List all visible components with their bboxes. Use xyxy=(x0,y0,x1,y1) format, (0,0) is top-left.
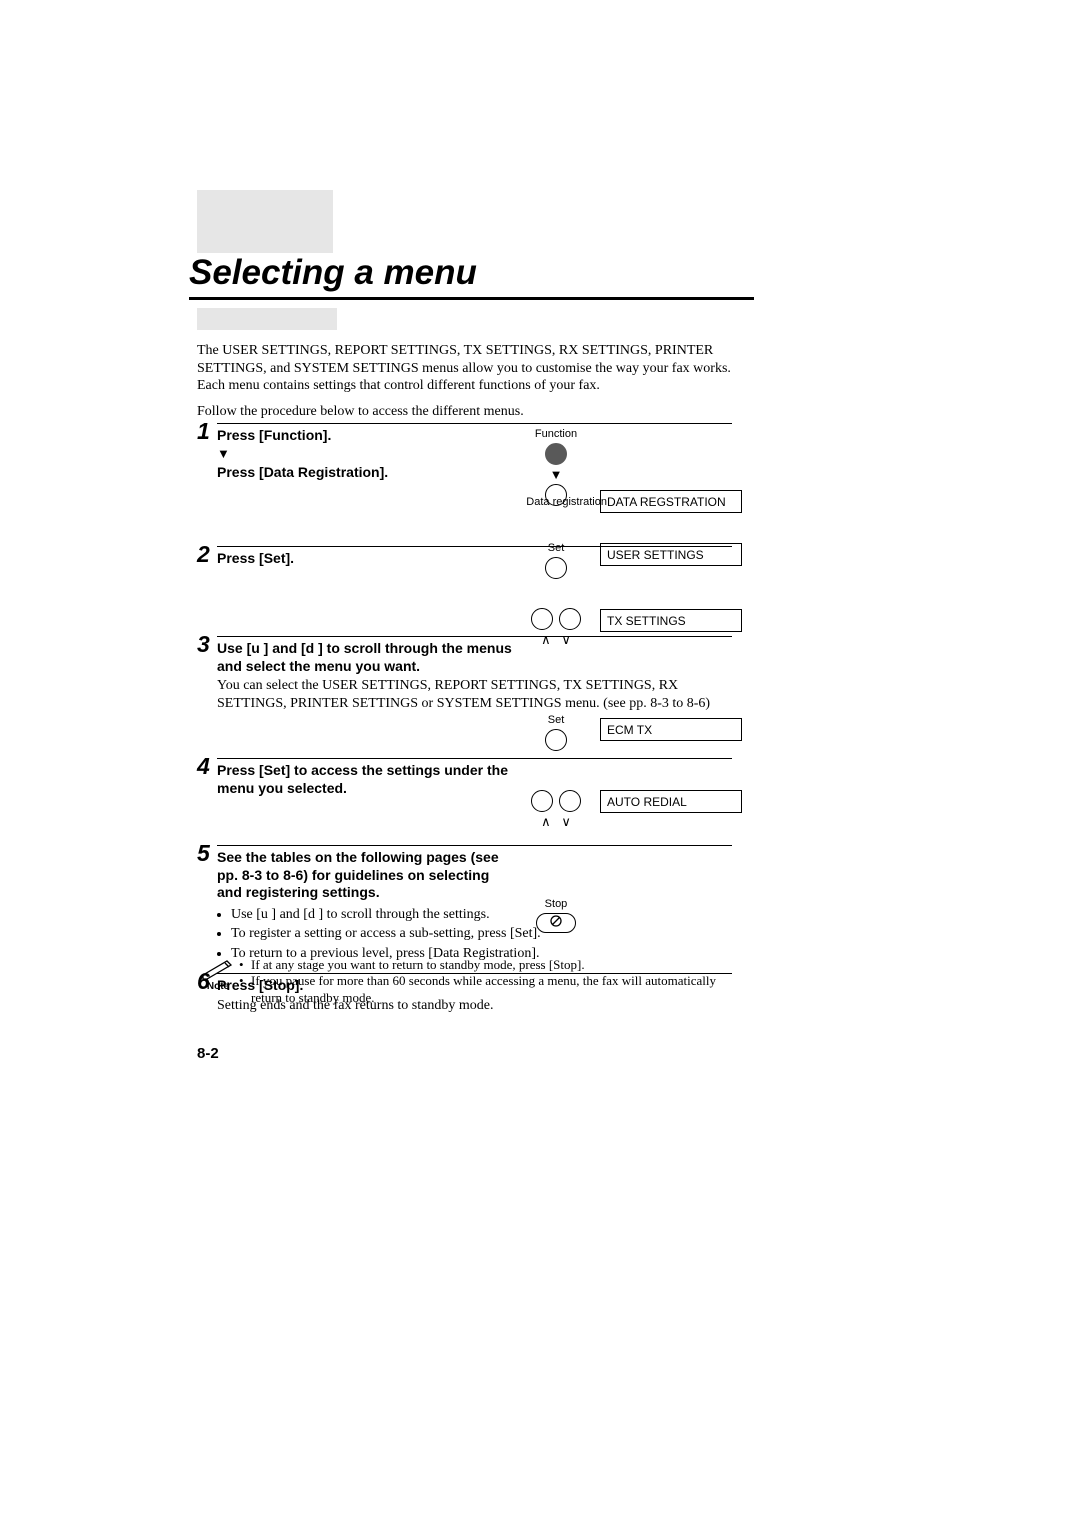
stop-button-diagram: Stop xyxy=(526,898,586,933)
step-rule xyxy=(217,758,732,759)
step-body: See the tables on the following pages (s… xyxy=(217,842,732,964)
step-rule xyxy=(217,423,732,424)
set-button-diagram: Set xyxy=(526,542,586,579)
stop-button-label: Stop xyxy=(526,898,586,910)
step-title: Press [Set] to access the settings under… xyxy=(217,762,517,797)
scroll-down-button-icon xyxy=(559,790,581,812)
step-title: See the tables on the following pages (s… xyxy=(217,849,517,902)
down-arrow-icon: ▼ xyxy=(526,468,586,481)
pencil-note-icon xyxy=(201,957,235,981)
note-item: •If you pause for more than 60 seconds w… xyxy=(239,973,737,1006)
display-box: USER SETTINGS xyxy=(600,543,742,566)
page-title: Selecting a menu xyxy=(189,253,777,293)
intro-paragraph-1: The USER SETTINGS, REPORT SETTINGS, TX S… xyxy=(197,342,742,395)
note-block: Note •If at any stage you want to return… xyxy=(197,957,737,1006)
display-box: TX SETTINGS xyxy=(600,609,742,632)
intro-paragraph-2: Follow the procedure below to access the… xyxy=(197,403,742,421)
step-number: 2 xyxy=(197,543,217,566)
scroll-arrows-icon: ∧ ∨ xyxy=(518,815,594,828)
intro-text: The USER SETTINGS, REPORT SETTINGS, TX S… xyxy=(197,342,742,428)
step-title-2: Press [Data Registration]. xyxy=(217,464,517,482)
step-title: Press [Set]. xyxy=(217,550,517,568)
set-button-diagram-2: Set xyxy=(526,714,586,751)
set-button-label: Set xyxy=(526,714,586,726)
scroll-up-button-icon xyxy=(531,608,553,630)
step-body: Use [u ] and [d ] to scroll through the … xyxy=(217,633,732,712)
display-box: DATA REGSTRATION xyxy=(600,490,742,513)
step-number: 3 xyxy=(197,633,217,656)
stop-symbol-icon xyxy=(549,915,563,927)
display-box: ECM TX xyxy=(600,718,742,741)
function-button-label: Function xyxy=(526,428,586,440)
note-item-text: If you pause for more than 60 seconds wh… xyxy=(251,973,737,1006)
step-title: Press [Function]. xyxy=(217,427,517,445)
step-5: 5 See the tables on the following pages … xyxy=(197,842,732,952)
scroll-buttons-diagram: ∧ ∨ xyxy=(518,608,594,646)
scroll-buttons-diagram-2: ∧ ∨ xyxy=(518,790,594,828)
step-text: You can select the USER SETTINGS, REPORT… xyxy=(217,677,732,712)
scroll-up-button-icon xyxy=(531,790,553,812)
note-items: •If at any stage you want to return to s… xyxy=(239,957,737,1006)
note-label: Note xyxy=(197,981,239,992)
note-item-text: If at any stage you want to return to st… xyxy=(251,957,585,973)
step-body: Press [Function]. ▼ Press [Data Registra… xyxy=(217,420,732,483)
data-registration-label-group: Data registration xyxy=(502,490,607,511)
step-title: Use [u ] and [d ] to scroll through the … xyxy=(217,640,517,675)
step-rule xyxy=(217,636,732,637)
step-bullet: To register a setting or access a sub-se… xyxy=(231,925,732,943)
display-box: AUTO REDIAL xyxy=(600,790,742,813)
data-registration-button-label: Data registration xyxy=(502,496,607,508)
header-gray-block xyxy=(197,190,333,253)
title-area: Selecting a menu xyxy=(189,253,777,300)
page: Selecting a menu The USER SETTINGS, REPO… xyxy=(0,0,1080,1528)
step-bullet: Use [u ] and [d ] to scroll through the … xyxy=(231,906,732,924)
step-number: 1 xyxy=(197,420,217,443)
step-bullets: Use [u ] and [d ] to scroll through the … xyxy=(217,906,732,963)
step-rule xyxy=(217,845,732,846)
note-icon: Note xyxy=(197,957,239,1006)
set-button-icon xyxy=(545,557,567,579)
function-button-icon xyxy=(545,443,567,465)
set-button-label: Set xyxy=(526,542,586,554)
scroll-down-button-icon xyxy=(559,608,581,630)
subheader-gray-block xyxy=(197,308,337,330)
down-arrow-icon: ▼ xyxy=(217,447,732,460)
note-item: •If at any stage you want to return to s… xyxy=(239,957,737,973)
scroll-arrows-icon: ∧ ∨ xyxy=(518,633,594,646)
page-number: 8-2 xyxy=(197,1045,219,1062)
step-number: 5 xyxy=(197,842,217,865)
title-rule xyxy=(189,297,754,300)
stop-button-icon xyxy=(536,913,576,933)
set-button-icon xyxy=(545,729,567,751)
step-number: 4 xyxy=(197,755,217,778)
